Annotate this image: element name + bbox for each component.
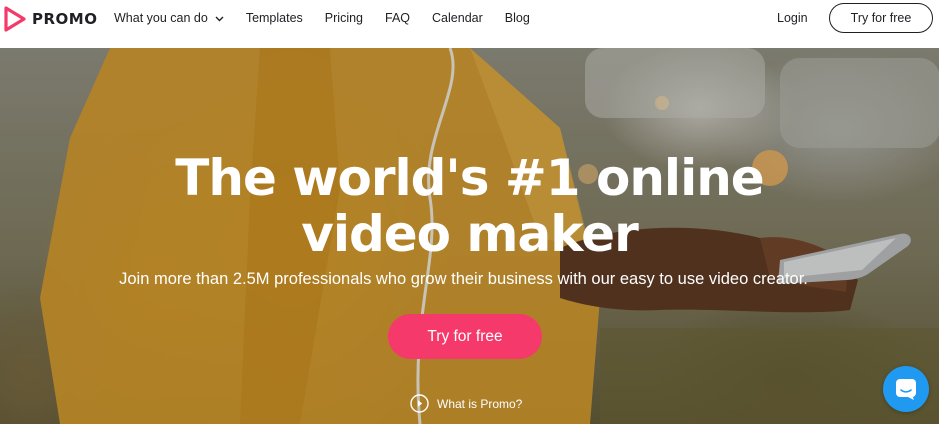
- top-navigation: PROMO What you can do Templates Pricing …: [0, 0, 939, 48]
- try-for-free-hero-button[interactable]: Try for free: [388, 314, 542, 359]
- nav-item-label: FAQ: [385, 11, 411, 25]
- what-is-promo-label: What is Promo?: [437, 396, 523, 411]
- nav-item-label: Blog: [504, 11, 530, 25]
- nav-item-calendar[interactable]: Calendar: [432, 11, 483, 25]
- login-link[interactable]: Login: [777, 11, 808, 25]
- chevron-down-icon: [215, 11, 224, 25]
- nav-item-label: Calendar: [432, 11, 483, 25]
- hero-subheadline: Join more than 2.5M professionals who gr…: [119, 270, 808, 288]
- play-circle-icon: [410, 394, 429, 413]
- brand-name: PROMO: [32, 10, 98, 28]
- hero-headline-line-2: video maker: [301, 205, 639, 263]
- main-menu: What you can do Templates Pricing FAQ Ca…: [114, 0, 552, 36]
- chat-launcher-button[interactable]: [883, 366, 929, 412]
- promo-logo[interactable]: PROMO: [4, 6, 97, 32]
- hero-headline-line-1: The world's #1 online: [175, 149, 764, 207]
- nav-item-faq[interactable]: FAQ: [385, 11, 410, 25]
- nav-item-label: Pricing: [324, 11, 364, 25]
- hero-section: The world's #1 online video maker Join m…: [0, 48, 939, 424]
- nav-item-label: Templates: [245, 11, 303, 25]
- nav-item-blog[interactable]: Blog: [505, 11, 530, 25]
- nav-item-label: What you can do: [114, 11, 208, 25]
- promo-homepage: PROMO What you can do Templates Pricing …: [0, 0, 939, 424]
- try-for-free-nav-button[interactable]: Try for free: [829, 3, 933, 33]
- nav-item-templates[interactable]: Templates: [246, 11, 303, 25]
- nav-item-pricing[interactable]: Pricing: [325, 11, 363, 25]
- nav-item-what-you-can-do[interactable]: What you can do: [114, 11, 224, 25]
- hero-headline: The world's #1 online video maker: [0, 150, 939, 262]
- what-is-promo-link[interactable]: What is Promo?: [410, 394, 522, 413]
- chat-icon: [896, 379, 916, 400]
- promo-logo-icon: [4, 6, 26, 32]
